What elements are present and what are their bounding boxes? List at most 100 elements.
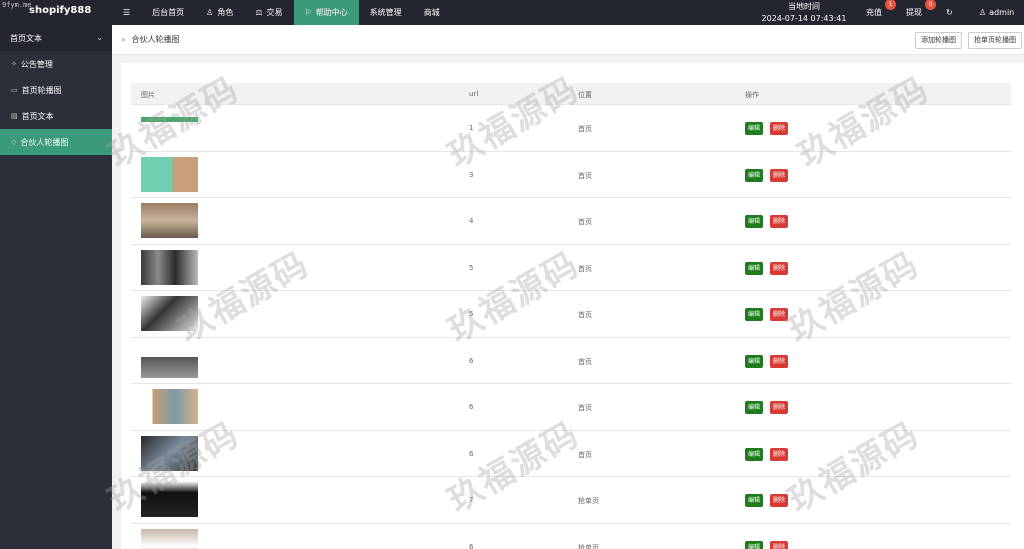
top-bar: 9fym.me shopify888 ☰ 后台首页 ♙ 角色 ⚖ 交易 ⚐ 帮助中心 …: [0, 0, 1024, 25]
carousel-thumbnail: [141, 528, 198, 549]
nav-label: 交易: [266, 8, 283, 17]
nav-label: 角色: [217, 8, 234, 17]
delete-button[interactable]: 删除: [770, 215, 789, 228]
delete-button[interactable]: 删除: [770, 308, 789, 321]
header-position: 位置: [578, 91, 592, 99]
top-nav: ☰ 后台首页 ♙ 角色 ⚖ 交易 ⚐ 帮助中心 系统管理 商城: [112, 0, 451, 25]
refresh-button[interactable]: ↻: [946, 0, 953, 25]
header-image: 图片: [141, 91, 155, 99]
cell-url: 5: [469, 263, 474, 272]
sidebar-group-home-text[interactable]: 首页文本 ⌄: [0, 25, 112, 51]
carousel-thumbnail: [141, 435, 198, 471]
scale-icon: ⚖: [255, 8, 263, 17]
document-icon: ▤: [11, 112, 18, 120]
nav-item-roles[interactable]: ♙ 角色: [195, 0, 244, 25]
carousel-thumbnail: [141, 110, 198, 145]
sidebar-group-label: 首页文本: [10, 33, 42, 43]
nav-item-trade[interactable]: ⚖ 交易: [244, 0, 293, 25]
withdraw-label: 提现: [906, 8, 922, 17]
sidebar-item-label: 首页轮播图: [21, 85, 62, 95]
table-row: 4 首页 编辑 删除: [131, 198, 1011, 245]
table-row: 1 首页 编辑 删除: [131, 105, 1011, 152]
tag-icon: ◇: [11, 138, 17, 146]
table-header: 图片 url 位置 操作: [131, 83, 1011, 105]
time-label: 当地时间: [788, 2, 820, 11]
sidebar-item-label: 公告管理: [20, 59, 53, 69]
table-row: 5 首页 编辑 删除: [131, 291, 1011, 338]
cell-position: 首页: [578, 218, 592, 226]
content-card: 图片 url 位置 操作 1 首页 编辑 删除 3 首页 编辑 删除 4 首页 编辑 删除 5 首页 编辑删…: [121, 63, 1024, 549]
edit-button[interactable]: 编辑: [745, 215, 764, 228]
nav-item-help-center[interactable]: ⚐ 帮助中心: [293, 0, 359, 25]
nav-item-system[interactable]: 系统管理: [359, 0, 413, 25]
table-row: 6 首页 编辑 删除: [131, 431, 1011, 477]
app-logo[interactable]: shopify888: [29, 5, 91, 16]
refresh-icon: ↻: [946, 8, 953, 17]
settings-icon: ✧: [11, 60, 17, 68]
cell-url: 3: [469, 170, 474, 179]
chevron-down-icon: ⌄: [96, 33, 103, 42]
table-row: 3 首页 编辑 删除: [131, 152, 1011, 198]
nav-item-dashboard[interactable]: 后台首页: [141, 0, 195, 25]
edit-button[interactable]: 编辑: [745, 122, 764, 135]
delete-button[interactable]: 删除: [770, 540, 789, 549]
time-value: 2024-07-14 07:43:41: [761, 14, 847, 23]
add-carousel-button[interactable]: 添加轮播图: [915, 32, 962, 49]
edit-button[interactable]: 编辑: [745, 540, 764, 549]
edit-button[interactable]: 编辑: [745, 494, 764, 507]
nav-item-mall[interactable]: 商城: [413, 0, 451, 25]
user-menu[interactable]: ♙ admin: [979, 0, 1014, 25]
sidebar-item-announcements[interactable]: ✧ 公告管理: [0, 51, 112, 77]
carousel-thumbnail: [141, 482, 198, 517]
delete-button[interactable]: 删除: [770, 401, 789, 414]
edit-button[interactable]: 编辑: [745, 447, 764, 461]
nav-label: 帮助中心: [315, 8, 348, 17]
cell-position: 首页: [578, 125, 592, 133]
cell-position: 抢单页: [578, 497, 599, 505]
cell-url: 4: [469, 217, 474, 225]
menu-toggle-button[interactable]: ☰: [112, 0, 141, 25]
delete-button[interactable]: 删除: [770, 494, 789, 507]
delete-button[interactable]: 删除: [770, 354, 789, 368]
cell-position: 首页: [578, 264, 592, 273]
header-action: 操作: [745, 91, 759, 99]
carousel-thumbnail: [141, 156, 198, 192]
edit-button[interactable]: 编辑: [745, 401, 764, 414]
sidebar-item-label: 合伙人轮播图: [20, 137, 69, 147]
logo-area: 9fym.me shopify888: [0, 0, 112, 25]
grab-carousel-button[interactable]: 抢单页轮播图: [968, 32, 1022, 49]
sidebar-item-partner-carousel[interactable]: ◇ 合伙人轮播图: [0, 129, 112, 155]
recharge-link[interactable]: 充值 1: [866, 0, 896, 25]
carousel-thumbnail: [141, 296, 198, 331]
cell-position: 首页: [578, 311, 592, 319]
sidebar-item-home-carousel[interactable]: ▭ 首页轮播图: [0, 77, 112, 103]
carousel-table: 图片 url 位置 操作 1 首页 编辑 删除 3 首页 编辑 删除 4 首页 编辑 删除 5 首页 编辑删…: [131, 83, 1011, 549]
local-time: 当地时间 2024-07-14 07:43:41: [758, 0, 850, 23]
withdraw-link[interactable]: 提现 0: [906, 0, 936, 25]
menu-icon: ☰: [123, 8, 131, 17]
cell-url: 6: [469, 542, 474, 549]
delete-button[interactable]: 删除: [770, 261, 789, 275]
edit-button[interactable]: 编辑: [745, 168, 764, 182]
edit-button[interactable]: 编辑: [745, 261, 764, 275]
sidebar-item-home-text[interactable]: ▤ 首页文本: [0, 103, 112, 129]
edit-button[interactable]: 编辑: [745, 308, 764, 321]
user-icon: ♙: [206, 8, 214, 17]
table-row: 6 首页 编辑 删除: [131, 384, 1011, 431]
sidebar: 首页文本 ⌄ ✧ 公告管理 ▭ 首页轮播图 ▤ 首页文本 ◇ 合伙人轮播图: [0, 25, 112, 549]
carousel-thumbnail: [141, 203, 198, 238]
edit-button[interactable]: 编辑: [745, 354, 764, 368]
cell-url: 1: [469, 124, 474, 132]
delete-button[interactable]: 删除: [770, 168, 789, 182]
cell-position: 首页: [578, 404, 592, 412]
recharge-label: 充值: [866, 8, 882, 17]
cell-position: 首页: [578, 450, 592, 459]
table-row: 5 首页 编辑 删除: [131, 245, 1011, 291]
header-url: url: [469, 90, 479, 98]
delete-button[interactable]: 删除: [770, 122, 789, 135]
table-body: 1 首页 编辑 删除 3 首页 编辑 删除 4 首页 编辑 删除 5 首页 编辑 删除 5 首页 编辑 删除 6 首页 编辑…: [131, 105, 1011, 549]
sidebar-item-label: 首页文本: [21, 111, 54, 121]
delete-button[interactable]: 删除: [770, 447, 789, 461]
cell-position: 首页: [578, 357, 592, 366]
carousel-thumbnail: [141, 342, 198, 378]
